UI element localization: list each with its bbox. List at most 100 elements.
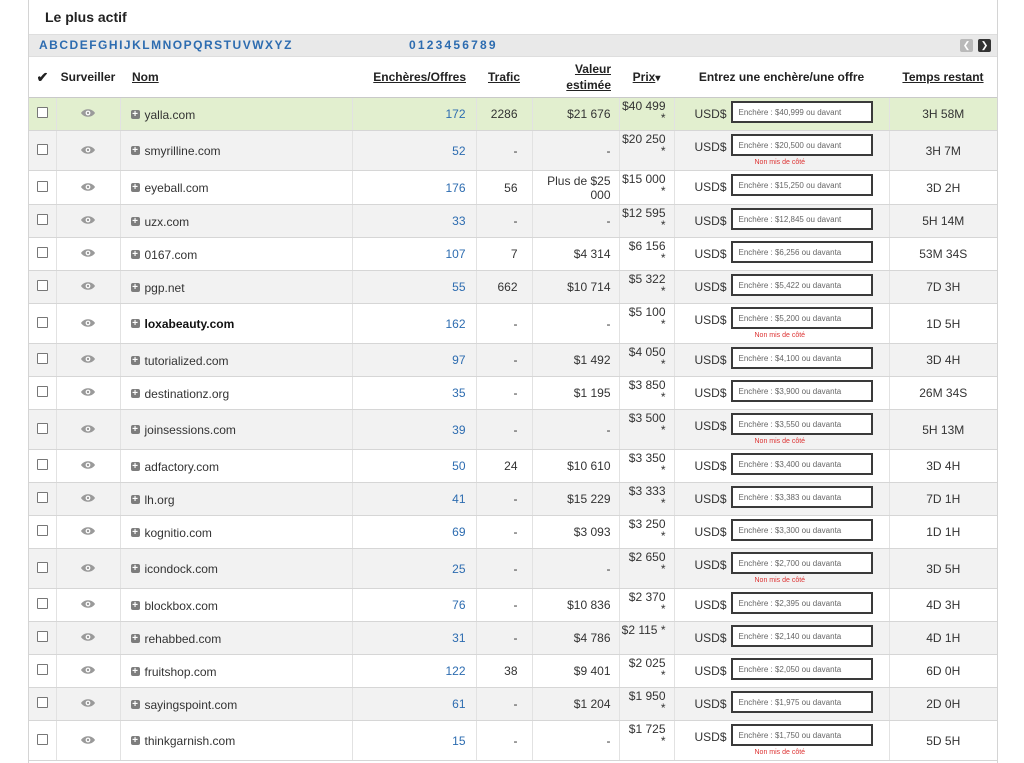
row-checkbox[interactable]: [36, 280, 48, 291]
bids-column-header[interactable]: Enchères/Offres: [352, 57, 476, 98]
time-column-header[interactable]: Temps restant: [889, 57, 997, 98]
name-column-header[interactable]: Nom: [120, 57, 352, 98]
letter-filter-n[interactable]: N: [163, 38, 172, 52]
domain-name[interactable]: blockbox.com: [145, 598, 218, 612]
bid-input[interactable]: [730, 208, 873, 230]
eye-icon[interactable]: [80, 386, 96, 400]
expand-plus-icon[interactable]: +: [130, 319, 140, 329]
row-checkbox[interactable]: [36, 247, 48, 258]
bids-count[interactable]: 35: [352, 376, 477, 410]
select-all-check-header[interactable]: ✔: [29, 57, 56, 98]
row-checkbox[interactable]: [36, 422, 48, 434]
digit-filter-6[interactable]: 6: [462, 38, 470, 52]
expand-plus-icon[interactable]: +: [130, 633, 140, 643]
bid-input[interactable]: [730, 307, 873, 329]
bid-input[interactable]: [730, 519, 873, 541]
expand-plus-icon[interactable]: +: [130, 699, 140, 709]
expand-plus-icon[interactable]: +: [130, 564, 140, 574]
letter-filter-u[interactable]: U: [233, 38, 242, 52]
bid-input[interactable]: [730, 691, 873, 713]
expand-plus-icon[interactable]: +: [130, 600, 140, 610]
row-checkbox[interactable]: [36, 353, 48, 364]
eye-icon[interactable]: [80, 214, 96, 228]
expand-plus-icon[interactable]: +: [130, 249, 140, 259]
bid-input[interactable]: [730, 625, 873, 647]
bid-input[interactable]: [730, 552, 873, 574]
letter-filter-q[interactable]: Q: [193, 38, 203, 52]
eye-icon[interactable]: [80, 631, 96, 645]
eye-icon[interactable]: [80, 317, 96, 331]
eye-icon[interactable]: [80, 353, 96, 367]
bid-input[interactable]: [730, 453, 873, 475]
row-checkbox[interactable]: [36, 631, 48, 642]
bid-input[interactable]: [730, 274, 873, 296]
row-checkbox[interactable]: [36, 561, 48, 573]
letter-filter-p[interactable]: P: [184, 38, 193, 52]
domain-name[interactable]: tutorialized.com: [145, 353, 229, 367]
letter-filter-k[interactable]: K: [132, 38, 141, 52]
expand-plus-icon[interactable]: +: [130, 388, 140, 398]
digit-filter-8[interactable]: 8: [480, 38, 488, 52]
eye-icon[interactable]: [80, 144, 96, 158]
domain-name[interactable]: adfactory.com: [145, 459, 219, 473]
bids-count[interactable]: 107: [352, 237, 477, 271]
expand-plus-icon[interactable]: +: [130, 216, 140, 226]
letter-filter-g[interactable]: G: [98, 38, 108, 52]
domain-name[interactable]: loxabeauty.com: [145, 317, 235, 331]
domain-name[interactable]: sayingspoint.com: [145, 697, 238, 711]
bid-input[interactable]: [730, 174, 873, 196]
eye-icon[interactable]: [80, 423, 96, 437]
expand-plus-icon[interactable]: +: [130, 282, 140, 292]
row-checkbox[interactable]: [36, 492, 48, 503]
eye-icon[interactable]: [80, 664, 96, 678]
next-page-icon[interactable]: ❯: [978, 39, 991, 52]
letter-filter-x[interactable]: X: [265, 38, 274, 52]
letter-filter-j[interactable]: J: [124, 38, 131, 52]
domain-name[interactable]: yalla.com: [145, 107, 196, 121]
eye-icon[interactable]: [80, 525, 96, 539]
letter-filter-m[interactable]: M: [151, 38, 162, 52]
domain-name[interactable]: joinsessions.com: [145, 423, 236, 437]
expand-plus-icon[interactable]: +: [130, 494, 140, 504]
domain-name[interactable]: uzx.com: [145, 214, 190, 228]
expand-plus-icon[interactable]: +: [130, 527, 140, 537]
eye-icon[interactable]: [80, 247, 96, 261]
expand-plus-icon[interactable]: +: [130, 425, 140, 435]
bids-count[interactable]: 39: [352, 409, 477, 450]
bids-count[interactable]: 172: [352, 97, 477, 131]
bid-input[interactable]: [730, 592, 873, 614]
letter-filter-a[interactable]: A: [39, 38, 48, 52]
letter-filter-r[interactable]: R: [204, 38, 213, 52]
digit-filter-7[interactable]: 7: [471, 38, 479, 52]
bids-count[interactable]: 41: [352, 482, 477, 516]
domain-name[interactable]: icondock.com: [145, 562, 218, 576]
value-column-header[interactable]: Valeur estimée: [532, 57, 619, 98]
expand-plus-icon[interactable]: +: [130, 736, 140, 746]
eye-icon[interactable]: [80, 562, 96, 576]
row-checkbox[interactable]: [36, 180, 48, 192]
row-checkbox[interactable]: [36, 459, 48, 470]
bid-input[interactable]: [730, 241, 873, 263]
bid-input[interactable]: [730, 486, 873, 508]
letter-filter-z[interactable]: Z: [284, 38, 292, 52]
domain-name[interactable]: fruitshop.com: [145, 664, 217, 678]
price-column-header[interactable]: Prix▾: [619, 57, 674, 98]
bid-input[interactable]: [730, 101, 873, 123]
row-checkbox[interactable]: [36, 107, 48, 118]
bids-count[interactable]: 25: [352, 548, 477, 589]
bid-input[interactable]: [730, 380, 873, 402]
eye-icon[interactable]: [80, 492, 96, 506]
letter-filter-t[interactable]: T: [224, 38, 232, 52]
bid-input[interactable]: [730, 658, 873, 680]
letter-filter-y[interactable]: Y: [275, 38, 284, 52]
bid-input[interactable]: [730, 724, 873, 746]
row-checkbox[interactable]: [36, 316, 48, 328]
bid-input[interactable]: [730, 347, 873, 369]
domain-name[interactable]: thinkgarnish.com: [145, 734, 236, 748]
letter-filter-s[interactable]: S: [214, 38, 223, 52]
digit-filter-4[interactable]: 4: [445, 38, 453, 52]
bids-count[interactable]: 50: [352, 449, 477, 483]
bids-count[interactable]: 55: [352, 270, 477, 304]
bids-count[interactable]: 76: [352, 588, 477, 622]
digit-filter-3[interactable]: 3: [436, 38, 444, 52]
